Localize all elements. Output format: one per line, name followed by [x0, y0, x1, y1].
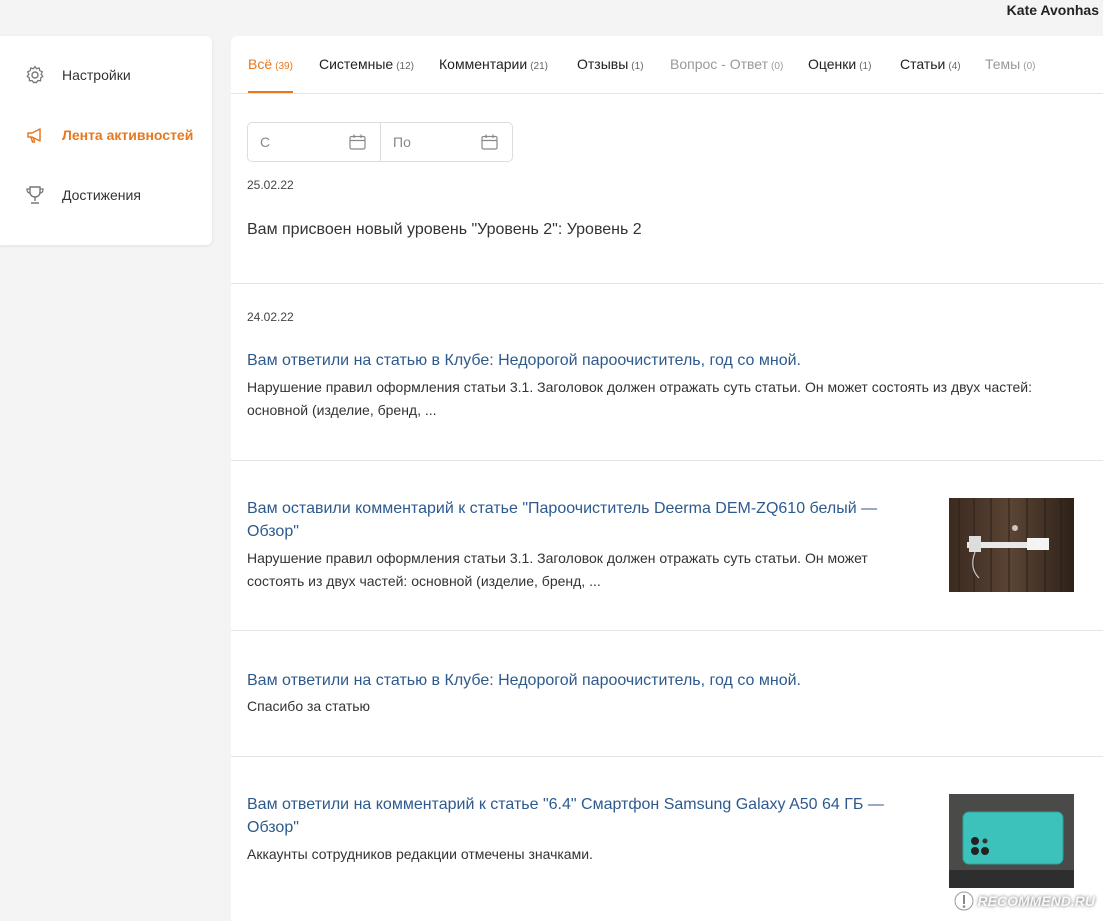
active-tab-indicator — [248, 91, 293, 93]
tab-qa[interactable]: Вопрос - Ответ (0) — [670, 56, 783, 72]
tab-count: (4) — [948, 61, 961, 72]
tab-label: Оценки — [808, 56, 857, 72]
divider — [231, 460, 1103, 461]
tab-bar: Всё (39) Системные (12) Комментарии (21) От… — [231, 36, 1103, 94]
divider — [231, 756, 1103, 757]
date-to-field[interactable]: По — [380, 123, 512, 161]
feed-item-desc-line: Спасибо за статью — [247, 698, 371, 714]
watermark-text: RECOMMEND.RU — [977, 893, 1095, 909]
tab-count: (0) — [1023, 61, 1036, 72]
feed-date: 25.02.22 — [247, 178, 294, 192]
sidebar-item-settings[interactable]: Настройки — [24, 64, 131, 86]
feed-item-link[interactable]: Вам ответили на статью в Клубе: Недорого… — [247, 669, 801, 692]
tab-label: Темы — [985, 56, 1021, 72]
tab-count: (1) — [631, 61, 644, 72]
feed-item-link[interactable]: Вам оставили комментарий к статье "Пароо… — [247, 497, 877, 520]
tab-count: (21) — [530, 61, 548, 72]
tab-comments[interactable]: Комментарии (21) — [439, 56, 548, 72]
feed-item-desc-line: Аккаунты сотрудников редакции отмечены з… — [247, 846, 593, 862]
tab-topics[interactable]: Темы (0) — [985, 56, 1035, 72]
tab-reviews[interactable]: Отзывы (1) — [577, 56, 644, 72]
trophy-icon — [24, 184, 46, 206]
tab-label: Статьи — [900, 56, 946, 72]
date-from-placeholder: С — [260, 134, 271, 150]
tab-label: Всё — [248, 56, 273, 72]
tab-ratings[interactable]: Оценки (1) — [808, 56, 871, 72]
tab-count: (1) — [859, 61, 872, 72]
feed-item-link-line2[interactable]: Обзор" — [247, 520, 299, 543]
tab-all[interactable]: Всё (39) — [248, 56, 293, 72]
feed-item-text: Вам присвоен новый уровень "Уровень 2": … — [247, 221, 642, 238]
tab-label: Вопрос - Ответ — [670, 56, 769, 72]
tab-label: Системные — [319, 56, 394, 72]
sidebar-item-label: Настройки — [62, 67, 131, 83]
date-from-field[interactable]: С — [248, 123, 380, 161]
feed-item-desc-line: состоять из двух частей: основной (издел… — [247, 573, 601, 589]
tab-label: Комментарии — [439, 56, 528, 72]
article-thumbnail[interactable] — [949, 794, 1074, 888]
gear-icon — [24, 64, 46, 86]
activity-feed-panel: Всё (39) Системные (12) Комментарии (21) От… — [231, 36, 1103, 921]
feed-item-desc-line: Нарушение правил оформления статьи 3.1. … — [247, 379, 1033, 395]
sidebar-item-label: Достижения — [62, 187, 141, 203]
feed-item-desc-line: Нарушение правил оформления статьи 3.1. … — [247, 550, 868, 566]
feed-item-link[interactable]: Вам ответили на комментарий к статье "6.… — [247, 793, 884, 816]
tab-count: (39) — [275, 61, 293, 72]
feed-date: 24.02.22 — [247, 310, 294, 324]
megaphone-icon — [24, 124, 46, 146]
tab-articles[interactable]: Статьи (4) — [900, 56, 961, 72]
date-range-filter: С По — [247, 122, 513, 162]
article-thumbnail[interactable] — [949, 498, 1074, 592]
tab-label: Отзывы — [577, 56, 629, 72]
recommend-watermark-logo: RECOMMEND.RU — [954, 891, 1095, 911]
feed-item-desc-line: основной (изделие, бренд, ... — [247, 402, 437, 418]
calendar-icon[interactable] — [349, 134, 366, 153]
calendar-icon[interactable] — [481, 134, 498, 153]
tab-count: (12) — [396, 61, 414, 72]
feed-item-link[interactable]: Вам ответили на статью в Клубе: Недорого… — [247, 349, 801, 372]
user-name[interactable]: Kate Avonhas — [1007, 2, 1099, 18]
tab-count: (0) — [771, 61, 784, 72]
divider — [231, 630, 1103, 631]
date-to-placeholder: По — [393, 134, 411, 150]
sidebar: Настройки Лента активностей Достижения — [0, 36, 212, 245]
tab-system[interactable]: Системные (12) — [319, 56, 414, 72]
sidebar-item-activity-feed[interactable]: Лента активностей — [24, 124, 193, 146]
sidebar-item-label: Лента активностей — [62, 127, 194, 143]
feed-item-link-line2[interactable]: Обзор" — [247, 816, 299, 839]
divider — [231, 283, 1103, 284]
sidebar-item-achievements[interactable]: Достижения — [24, 184, 141, 206]
